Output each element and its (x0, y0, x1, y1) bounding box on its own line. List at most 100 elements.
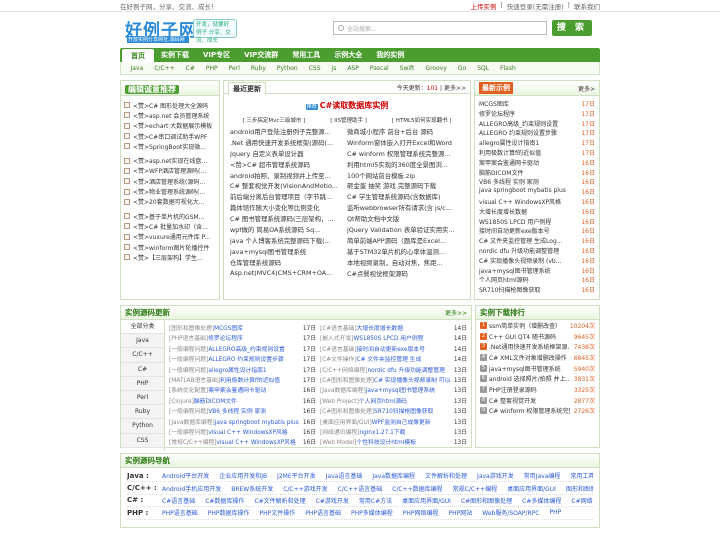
latest-item[interactable]: 案甲案会鉴通网卡驱动 16日 (479, 158, 595, 168)
nav-link[interactable]: 常用Java编程 (519, 471, 566, 480)
nav-link[interactable]: PHP (545, 509, 567, 516)
latest-item[interactable]: ALLEGRO高级_约束规则设置 17日 (479, 119, 595, 129)
category-tab[interactable]: Ruby (121, 405, 164, 420)
source-item[interactable]: [Web Model]个性科技设计html模板 13日 (320, 437, 467, 447)
recommend-item[interactable]: <赞>echart 大数据展示模板 (124, 121, 216, 131)
nav-link[interactable]: Java数据库编程 (367, 471, 420, 480)
update-item[interactable]: android拍照、录制视频并上传至... (230, 171, 347, 182)
source-item[interactable]: [网络通讯编程]nginx1.27.1下载 13日 (320, 427, 467, 437)
latest-item[interactable]: visual C++ WindowsXP风格 16日 (479, 197, 595, 207)
source-item[interactable]: [常规C/C++编程]visual C++ WindowsXP风格 16日 (169, 437, 316, 447)
nav-link[interactable]: 常用工具方法 (565, 471, 593, 480)
source-item[interactable]: [系统优化配置]案甲案会鉴通网卡驱动 16日 (169, 385, 316, 395)
subnav-item[interactable]: js (326, 65, 342, 72)
search-input[interactable]: 全站搜索... (333, 21, 547, 35)
latest-item[interactable]: java springboot mybatis plus 16日 (479, 187, 595, 197)
subnav-item[interactable]: ASP (342, 65, 365, 72)
latest-item[interactable]: C# 实现播像头视频录制 (vb... 16日 (479, 256, 595, 266)
source-item[interactable]: [Java数据库编程]java+mysql图书管理系统 13日 (320, 385, 467, 395)
nav-item[interactable]: 示例大全 (327, 48, 369, 62)
nav-link[interactable]: Java游戏开发 (472, 471, 519, 480)
update-item[interactable]: C#点餐视觉框架源码 (347, 269, 464, 280)
latest-item[interactable]: 接时间自动更新exe版本号 16日 (479, 226, 595, 236)
nav-item[interactable]: VIP交流群 (237, 48, 285, 62)
latest-item[interactable]: allegro属性设计指南1 17日 (479, 138, 595, 148)
subnav-item[interactable]: Flash (495, 65, 522, 72)
tab-recent-updates[interactable]: 最近更新 (228, 81, 266, 95)
source-item[interactable]: [MATLAB语言基础]利用极数计算f的近似值 17日 (169, 375, 316, 385)
update-item[interactable]: C# 整套视觉开发(VisionAndMotio... (230, 181, 347, 192)
subnav-item[interactable]: Go (452, 65, 471, 72)
subnav-item[interactable]: Java (125, 65, 149, 72)
nav-link[interactable]: C#多媒体编程 (517, 496, 566, 505)
category-tab[interactable]: Perl (121, 390, 164, 406)
update-item[interactable]: .Net 通用快速开发系统框架(源码(... (230, 138, 347, 149)
nav-link[interactable]: J2ME平台开发 (272, 471, 321, 480)
subnav-item[interactable]: Ruby (245, 65, 271, 72)
update-item[interactable]: 利用html5实现的360度全景图浏... (347, 160, 464, 171)
subnav-item[interactable]: Perl (223, 65, 245, 72)
ranking-item[interactable]: 1 ssm简单实例（增删改查） 10204次 (476, 320, 599, 331)
featured-link[interactable]: [ IIS管理助手 ] (330, 116, 367, 124)
update-item[interactable]: Asp.net(MVC4)CMS+CRM+OA... (230, 269, 347, 280)
nav-item[interactable]: 实例下载 (154, 48, 196, 62)
nav-item[interactable]: 我的实例 (369, 48, 411, 62)
category-tab[interactable]: PHP (121, 376, 164, 391)
subnav-item[interactable]: Python (271, 65, 303, 72)
category-tab[interactable]: 全部分类 (121, 320, 164, 335)
category-tab[interactable]: C# (121, 362, 164, 377)
nav-link[interactable]: PHP文件操作 (255, 508, 301, 517)
update-item[interactable]: C# 学生管理系统源码(含数据库) (347, 192, 464, 203)
category-tab[interactable]: CSS (121, 433, 164, 448)
source-item[interactable]: [C#语言基础]接时间自动更新exe版本号 14日 (320, 344, 467, 354)
source-item[interactable]: [一般编程问题]ALLEGRO高级_约束规则设置 17日 (169, 344, 316, 354)
source-item[interactable]: [C#文件操作]C# 文件夹监控管理 生成 14日 (320, 354, 467, 364)
recommend-item[interactable]: <赞>C#串口调试助手WPF (124, 131, 216, 141)
source-item[interactable]: [一般编程问题]allegro属性设计指南1 17日 (169, 365, 316, 375)
nav-link[interactable]: 桌面应用界面/GUI (397, 496, 456, 505)
ranking-item[interactable]: 9 C# winform 权限管理系统完整 2726次 (476, 406, 599, 417)
source-item[interactable]: [PHP语言基础]修罗论坛程序 17日 (169, 333, 316, 343)
latest-item[interactable]: C# 文件夹监控管理 生成Log... 16日 (479, 236, 595, 246)
upload-link[interactable]: 上传实例 (471, 1, 497, 11)
recommend-item[interactable]: <赞>asp.net 会员管理系统 (124, 110, 216, 120)
nav-link[interactable]: PHP语言基础 (300, 508, 346, 517)
update-item[interactable]: Winform窗体嵌入打开Excel和Word (347, 138, 464, 149)
latest-item[interactable]: java+mysql图书管理系统 16日 (479, 266, 595, 276)
latest-item[interactable]: 修罗论坛程序 17日 (479, 109, 595, 119)
nav-link[interactable]: C#游戏开发 (311, 496, 354, 505)
category-tab[interactable]: C/C++ (121, 348, 164, 363)
update-item[interactable]: 前后端分离后台管理项目（字节跳... (230, 192, 347, 203)
contact-link[interactable]: 联系我们 (574, 1, 600, 11)
nav-link[interactable]: C#语言基础 (157, 496, 200, 505)
subnav-item[interactable]: Pascal (364, 65, 394, 72)
nav-link[interactable]: 企业应用开发和JB (214, 471, 272, 480)
recommend-item[interactable]: <赞>【三层架构】学生... (124, 252, 216, 262)
nav-link[interactable]: C#数据库操作 (200, 496, 249, 505)
nav-link[interactable]: 常规C/C++编程 (448, 484, 502, 493)
latest-item[interactable]: 脑筋DICOM文件 16日 (479, 168, 595, 178)
source-item[interactable]: [C/C++网络编程]nordic dfu 升级功能调整管理 13日 (320, 365, 467, 375)
more-link[interactable]: 更多>> (444, 85, 466, 92)
nav-link[interactable]: C/C++游戏开发 (278, 484, 332, 493)
nav-link[interactable]: PHP多媒体编程 (346, 508, 398, 517)
more-link[interactable]: 更多>> (445, 308, 467, 317)
latest-item[interactable]: 大增长度增长数据 16日 (479, 207, 595, 217)
ranking-item[interactable]: 7 PHP注册登录源码 3325次 (476, 384, 599, 395)
nav-link[interactable]: Java语言基础 (321, 471, 368, 480)
update-item[interactable]: Qt帮助文档中文版 (347, 214, 464, 225)
source-item[interactable]: [C#图形和图像处理]C# 实现播像头视频录制 可以 13日 (320, 375, 467, 385)
nav-link[interactable]: BREW系统开发 (226, 484, 278, 493)
latest-item[interactable]: 个人网页html源码 16日 (479, 275, 595, 285)
subnav-item[interactable]: PHP (200, 65, 223, 72)
source-item[interactable]: [一般编程问题]VB6 多线程 实例 家测 16日 (169, 406, 316, 416)
nav-link[interactable]: PHP语言基础 (157, 508, 203, 517)
latest-item[interactable]: SR710扫描枪图像获取 16日 (479, 285, 595, 295)
recommend-item[interactable]: <赞>酒店管理系统(源码... (124, 176, 216, 186)
featured-item[interactable]: 推荐 C#读取数据库实例 (224, 100, 470, 111)
source-item[interactable]: [Web Project]个人网页html源码 13日 (320, 396, 467, 406)
subnav-item[interactable]: SQL (472, 65, 495, 72)
nav-link[interactable]: C#网络编 (566, 496, 593, 505)
ranking-item[interactable]: 2 C++ GUI QT4 随书源码 9645次 (476, 331, 599, 342)
update-item[interactable]: java+mysql图书管理系统 (230, 247, 347, 258)
